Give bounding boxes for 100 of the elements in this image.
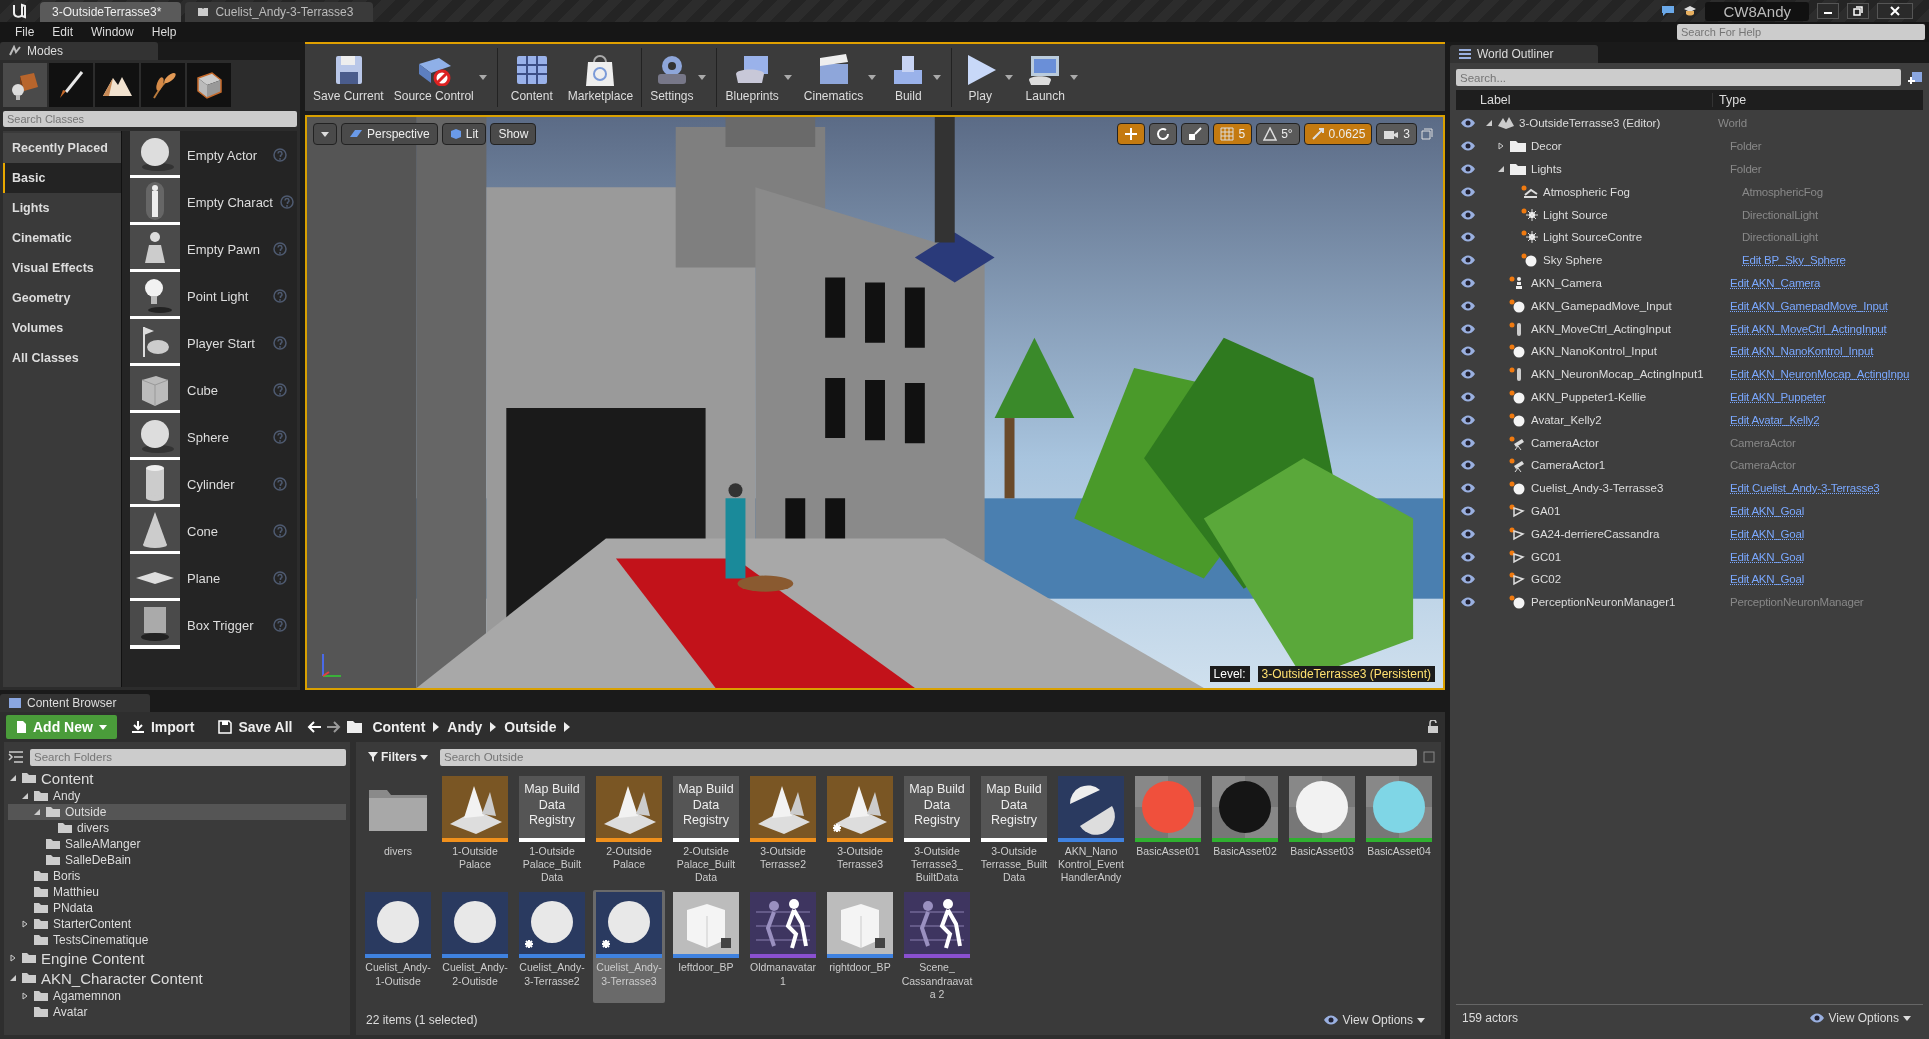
edit-link[interactable]: Edit Cuelist_Andy-3-Terrasse3 (1728, 482, 1880, 495)
class-item[interactable]: Cone (187, 523, 266, 539)
asset-tile[interactable]: BasicAsset02 (1209, 774, 1281, 887)
filters-button[interactable]: Filters (362, 749, 434, 765)
edit-link[interactable]: Edit AKN_Goal (1728, 527, 1805, 540)
asset-tile[interactable]: BasicAsset01 (1132, 774, 1204, 887)
outliner-row[interactable]: CameraActor CameraActor (1456, 433, 1923, 452)
toolbar-button[interactable]: Content (501, 46, 562, 109)
expanded-arrow-icon[interactable] (8, 973, 17, 983)
move-tool-button[interactable] (1117, 123, 1146, 145)
outliner-row[interactable]: AKN_NeuronMocap_ActingInput1 Edit AKN_NeuronMocap_ActingInpu (1456, 364, 1923, 384)
mode-button[interactable] (141, 63, 185, 107)
edit-link[interactable]: Edit AKN_NeuronMocap_ActingInpu (1728, 368, 1910, 381)
asset-tile[interactable]: AKN_Nano Kontrol_Event HandlerAndy (1055, 774, 1127, 887)
document-tab[interactable]: 3-OutsideTerrasse3* (40, 2, 182, 22)
category-tab[interactable]: Visual Effects (3, 253, 121, 283)
outliner-row[interactable]: Light Source DirectionalLight (1456, 205, 1923, 224)
edit-link[interactable]: Edit AKN_NanoKontrol_Input (1728, 345, 1874, 358)
collapsed-arrow-icon[interactable] (8, 953, 17, 963)
asset-tile[interactable]: Map Build Data Registry 3-Outside Terrasse_Built Data (978, 774, 1050, 887)
menu-item[interactable]: Window (82, 25, 143, 39)
folder-item[interactable]: Engine Content (8, 948, 346, 968)
mode-button[interactable] (3, 63, 47, 107)
mode-button[interactable] (95, 63, 139, 107)
toolbar-button[interactable]: Blueprints (721, 46, 798, 109)
toolbar-button[interactable]: Marketplace (563, 46, 638, 109)
menu-item[interactable]: Help (142, 25, 186, 39)
column-header[interactable]: Type (1712, 93, 1747, 107)
expanded-arrow-icon[interactable] (1496, 164, 1505, 174)
outliner-row[interactable]: GC01 Edit AKN_Goal (1456, 547, 1923, 566)
asset-tile[interactable]: 2-Outside Palace (593, 774, 665, 887)
edit-link[interactable]: Edit BP_Sky_Sphere (1740, 254, 1846, 267)
category-tab[interactable]: Basic (3, 163, 121, 193)
edit-link[interactable]: Edit Avatar_Kelly2 (1728, 413, 1820, 426)
asset-tile[interactable]: Scene_ Cassandraavata 2 (901, 890, 973, 1003)
asset-tile[interactable]: Cuelist_Andy- 1-Outisde (362, 890, 434, 1003)
panel-tab[interactable]: World Outliner (1450, 45, 1598, 63)
folder-item[interactable]: AKN_Character Content (8, 968, 346, 988)
toolbar-button[interactable]: Launch (1021, 46, 1085, 109)
mode-button[interactable] (49, 63, 93, 107)
outliner-search-field[interactable]: Search... (1456, 69, 1901, 86)
toolbar-button[interactable]: Cinematics (799, 46, 883, 109)
folder-item[interactable]: SalleDeBain (8, 852, 346, 868)
search-field[interactable]: Search Classes (3, 111, 297, 127)
outliner-row[interactable]: AKN_NanoKontrol_Input Edit AKN_NanoKontrol_Input (1456, 341, 1923, 361)
toolbar-button[interactable]: Save Current (309, 46, 388, 109)
menu-item[interactable]: File (6, 25, 44, 39)
outliner-row[interactable]: CameraActor1 CameraActor (1456, 455, 1923, 475)
asset-tile[interactable]: Map Build Data Registry 3-Outside Terrasse3_ BuiltData (901, 774, 973, 887)
outliner-row[interactable]: GC02 Edit AKN_Goal (1456, 569, 1923, 589)
outliner-row[interactable]: Atmospheric Fog AtmosphericFog (1456, 182, 1923, 202)
user-name[interactable]: CW8Andy (1705, 1, 1809, 21)
folder-item[interactable]: Avatar (8, 1004, 346, 1020)
category-tab[interactable]: Geometry (3, 283, 121, 313)
category-tab[interactable]: All Classes (3, 343, 121, 373)
class-item[interactable]: Empty Pawn (187, 241, 266, 257)
outliner-row[interactable]: GA24-derriereCassandra Edit AKN_Goal (1456, 524, 1923, 544)
collapsed-arrow-icon[interactable] (1496, 141, 1505, 151)
edit-link[interactable]: Edit AKN_Goal (1728, 550, 1805, 563)
edit-link[interactable]: Edit AKN_GamepadMove_Input (1728, 299, 1888, 312)
viewport-menu-button[interactable] (313, 123, 337, 145)
folder-item[interactable]: Boris (8, 868, 346, 884)
class-item[interactable]: Point Light (187, 288, 266, 304)
asset-tile[interactable]: Map Build Data Registry 1-Outside Palace_Built Data (516, 774, 588, 887)
class-item[interactable]: Cube (187, 382, 266, 398)
help-search-field[interactable]: Search For Help (1677, 24, 1925, 40)
asset-tile[interactable]: rightdoor_BP (824, 890, 896, 1003)
class-item[interactable]: Empty Charact (187, 194, 273, 210)
asset-tile[interactable]: 3-Outside Terrasse3 (824, 774, 896, 887)
category-tab[interactable]: Volumes (3, 313, 121, 343)
edit-link[interactable]: Edit AKN_Goal (1728, 573, 1805, 586)
outliner-row[interactable]: AKN_GamepadMove_Input Edit AKN_GamepadMove_Input (1456, 296, 1923, 316)
view-mode-button[interactable]: Perspective (341, 123, 438, 145)
view-mode-button[interactable]: Show (490, 123, 537, 145)
edit-link[interactable]: Edit AKN_Camera (1728, 276, 1821, 289)
close-button[interactable] (1877, 3, 1913, 19)
asset-tile[interactable]: Cuelist_Andy- 3-Terrasse2 (516, 890, 588, 1003)
outliner-row[interactable]: Decor Folder (1456, 136, 1923, 156)
folder-item[interactable]: StarterContent (8, 916, 346, 932)
class-item[interactable]: Player Start (187, 335, 266, 351)
class-item[interactable]: Plane (187, 570, 266, 586)
asset-tile[interactable]: Oldmanavatar 1 (747, 890, 819, 1003)
panel-tab[interactable]: Modes (0, 42, 158, 60)
edit-link[interactable]: Edit AKN_Goal (1728, 504, 1805, 517)
minimize-button[interactable] (1817, 3, 1839, 19)
outliner-row[interactable]: Sky Sphere Edit BP_Sky_Sphere (1456, 250, 1923, 270)
document-tab[interactable]: Cuelist_Andy-3-Terrasse3 (185, 2, 374, 22)
menu-item[interactable]: Edit (43, 25, 83, 39)
outliner-row[interactable]: Cuelist_Andy-3-Terrasse3 Edit Cuelist_Andy-3-Terrasse3 (1456, 478, 1923, 498)
folder-item[interactable]: SalleAManger (8, 836, 346, 852)
outliner-row[interactable]: PerceptionNeuronManager1 PerceptionNeuronManager (1456, 592, 1923, 612)
import-button[interactable]: Import (120, 715, 205, 739)
folder-item[interactable]: Andy (8, 788, 346, 804)
asset-tile[interactable]: Cuelist_Andy- 2-Outisde (439, 890, 511, 1003)
category-tab[interactable]: Lights (3, 193, 121, 223)
asset-tile[interactable]: BasicAsset03 (1286, 774, 1358, 887)
toolbar-button[interactable]: Play (956, 46, 1020, 109)
class-item[interactable]: Box Trigger (187, 617, 266, 633)
view-options-button[interactable]: View Options (1802, 1010, 1917, 1026)
outliner-row[interactable]: Avatar_Kelly2 Edit Avatar_Kelly2 (1456, 410, 1923, 430)
